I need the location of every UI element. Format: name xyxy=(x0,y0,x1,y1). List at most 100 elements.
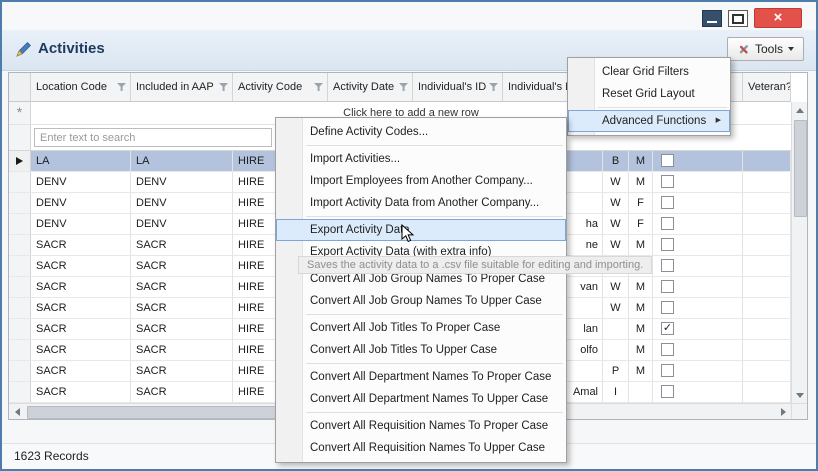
cell-veteran[interactable]: ✓ xyxy=(653,319,743,339)
cell-location-code[interactable]: SACR xyxy=(31,361,131,381)
cell-veteran[interactable] xyxy=(653,172,743,192)
cell-location-code[interactable]: SACR xyxy=(31,277,131,297)
cell-extra[interactable] xyxy=(743,235,791,255)
menu-item-import-activity-data-from-another-company[interactable]: Import Activity Data from Another Compan… xyxy=(276,192,566,214)
veteran-checkbox[interactable] xyxy=(661,175,674,188)
cell-gender[interactable]: M xyxy=(629,235,653,255)
cell-race[interactable]: P xyxy=(603,361,629,381)
filter-icon[interactable] xyxy=(219,83,228,91)
cell-veteran[interactable] xyxy=(653,151,743,171)
cell-included-in-aap[interactable]: LA xyxy=(131,151,233,171)
cell-veteran[interactable] xyxy=(653,298,743,318)
column-header-veteran[interactable]: Veteran? xyxy=(743,73,791,102)
cell-included-in-aap[interactable]: DENV xyxy=(131,193,233,213)
cell-location-code[interactable]: DENV xyxy=(31,214,131,234)
cell-included-in-aap[interactable]: SACR xyxy=(131,340,233,360)
veteran-checkbox[interactable] xyxy=(661,196,674,209)
veteran-checkbox[interactable] xyxy=(661,385,674,398)
menu-item-reset-grid-layout[interactable]: Reset Grid Layout xyxy=(568,83,730,105)
maximize-button[interactable] xyxy=(728,10,748,27)
cell-extra[interactable] xyxy=(743,382,791,402)
cell-included-in-aap[interactable]: DENV xyxy=(131,172,233,192)
cell-gender[interactable]: M xyxy=(629,319,653,339)
cell-location-code[interactable]: SACR xyxy=(31,235,131,255)
vertical-scrollbar-thumb[interactable] xyxy=(794,120,807,217)
cell-extra[interactable] xyxy=(743,172,791,192)
menu-item-export-activity-data[interactable]: Export Activity Data xyxy=(276,219,566,241)
cell-race[interactable] xyxy=(603,319,629,339)
cell-included-in-aap[interactable]: SACR xyxy=(131,382,233,402)
menu-item-convert-all-department-names-to-upper-case[interactable]: Convert All Department Names To Upper Ca… xyxy=(276,388,566,410)
column-header-activity-code[interactable]: Activity Code xyxy=(233,73,328,102)
column-header-location-code[interactable]: Location Code xyxy=(31,73,131,102)
cell-veteran[interactable] xyxy=(653,214,743,234)
cell-included-in-aap[interactable]: SACR xyxy=(131,298,233,318)
menu-item-convert-all-job-group-names-to-upper-case[interactable]: Convert All Job Group Names To Upper Cas… xyxy=(276,290,566,312)
cell-race[interactable]: W xyxy=(603,214,629,234)
minimize-button[interactable] xyxy=(702,10,722,27)
cell-race[interactable]: I xyxy=(603,382,629,402)
scroll-right-button[interactable] xyxy=(775,404,791,419)
scroll-left-button[interactable] xyxy=(9,404,25,419)
close-button[interactable]: × xyxy=(754,8,802,28)
menu-item-import-activities[interactable]: Import Activities... xyxy=(276,148,566,170)
cell-race[interactable]: W xyxy=(603,172,629,192)
veteran-checkbox[interactable]: ✓ xyxy=(661,322,674,335)
cell-included-in-aap[interactable]: DENV xyxy=(131,214,233,234)
menu-item-convert-all-requisition-names-to-upper-case[interactable]: Convert All Requisition Names To Upper C… xyxy=(276,437,566,459)
cell-gender[interactable]: M xyxy=(629,172,653,192)
cell-gender[interactable]: M xyxy=(629,361,653,381)
cell-gender[interactable]: F xyxy=(629,214,653,234)
cell-veteran[interactable] xyxy=(653,277,743,297)
search-input[interactable] xyxy=(34,128,272,147)
veteran-checkbox[interactable] xyxy=(661,280,674,293)
cell-veteran[interactable] xyxy=(653,361,743,381)
cell-gender[interactable] xyxy=(629,382,653,402)
menu-item-convert-all-job-titles-to-upper-case[interactable]: Convert All Job Titles To Upper Case xyxy=(276,339,566,361)
filter-icon[interactable] xyxy=(117,83,126,91)
cell-extra[interactable] xyxy=(743,214,791,234)
column-header-individual-s-id[interactable]: Individual's ID xyxy=(413,73,503,102)
cell-included-in-aap[interactable]: SACR xyxy=(131,277,233,297)
cell-location-code[interactable]: LA xyxy=(31,151,131,171)
cell-gender[interactable]: M xyxy=(629,277,653,297)
cell-location-code[interactable]: SACR xyxy=(31,298,131,318)
scroll-down-button[interactable] xyxy=(792,387,807,403)
cell-extra[interactable] xyxy=(743,340,791,360)
menu-item-convert-all-job-titles-to-proper-case[interactable]: Convert All Job Titles To Proper Case xyxy=(276,317,566,339)
veteran-checkbox[interactable] xyxy=(661,217,674,230)
veteran-checkbox[interactable] xyxy=(661,238,674,251)
filter-icon[interactable] xyxy=(489,83,498,91)
tools-button[interactable]: Tools xyxy=(726,37,804,61)
column-header-activity-date[interactable]: Activity Date xyxy=(328,73,413,102)
cell-included-in-aap[interactable]: SACR xyxy=(131,235,233,255)
cell-extra[interactable] xyxy=(743,193,791,213)
cell-location-code[interactable]: SACR xyxy=(31,340,131,360)
cell-location-code[interactable]: SACR xyxy=(31,256,131,276)
cell-included-in-aap[interactable]: SACR xyxy=(131,256,233,276)
cell-veteran[interactable] xyxy=(653,235,743,255)
menu-item-convert-all-requisition-names-to-proper-case[interactable]: Convert All Requisition Names To Proper … xyxy=(276,415,566,437)
cell-veteran[interactable] xyxy=(653,382,743,402)
veteran-checkbox[interactable] xyxy=(661,154,674,167)
cell-veteran[interactable] xyxy=(653,193,743,213)
cell-gender[interactable]: F xyxy=(629,193,653,213)
cell-extra[interactable] xyxy=(743,277,791,297)
cell-race[interactable] xyxy=(603,340,629,360)
cell-location-code[interactable]: SACR xyxy=(31,382,131,402)
column-header-included-in-aap[interactable]: Included in AAP xyxy=(131,73,233,102)
veteran-checkbox[interactable] xyxy=(661,343,674,356)
vertical-scrollbar[interactable] xyxy=(791,102,807,403)
cell-veteran[interactable] xyxy=(653,340,743,360)
cell-gender[interactable]: M xyxy=(629,151,653,171)
cell-extra[interactable] xyxy=(743,361,791,381)
menu-item-advanced-functions[interactable]: Advanced Functions ▶ xyxy=(568,110,730,132)
menu-item-convert-all-department-names-to-proper-case[interactable]: Convert All Department Names To Proper C… xyxy=(276,366,566,388)
filter-icon[interactable] xyxy=(399,83,408,91)
cell-location-code[interactable]: DENV xyxy=(31,193,131,213)
scroll-up-button[interactable] xyxy=(792,102,807,118)
cell-location-code[interactable]: DENV xyxy=(31,172,131,192)
menu-item-import-employees-from-another-company[interactable]: Import Employees from Another Company... xyxy=(276,170,566,192)
cell-extra[interactable] xyxy=(743,256,791,276)
cell-gender[interactable]: M xyxy=(629,298,653,318)
